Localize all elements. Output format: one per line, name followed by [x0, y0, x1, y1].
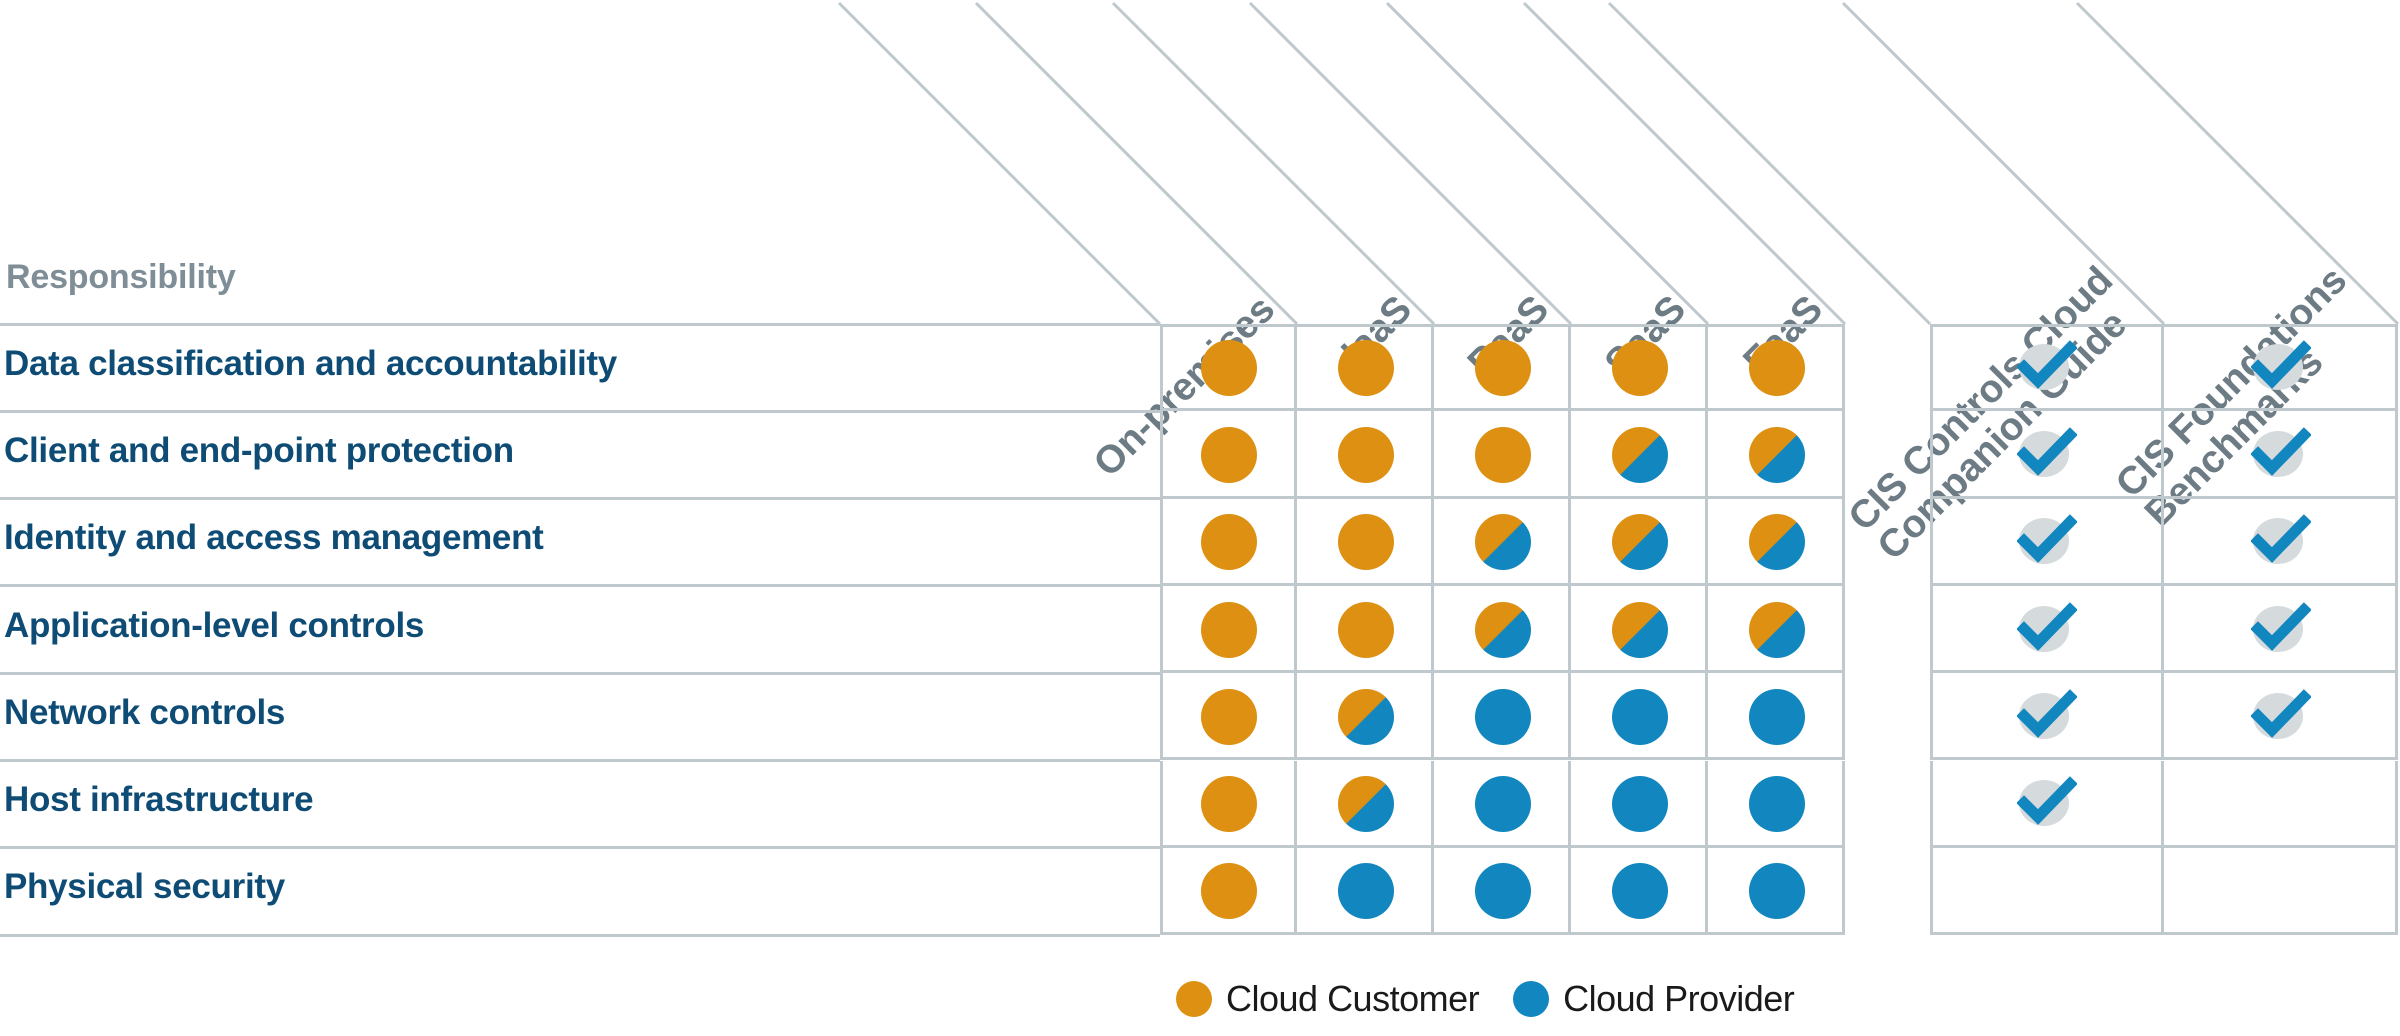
responsibility-dot-shared [1748, 426, 1805, 483]
responsibility-dot-shared [1611, 601, 1668, 658]
row-divider [0, 584, 1160, 588]
cis-resource-cell [2164, 847, 2398, 936]
diagonal-guide-line [1841, 1, 2166, 326]
diagonal-guide-line [1522, 1, 1847, 326]
check-icon [2251, 339, 2311, 396]
responsibility-dot-customer [1200, 514, 1257, 571]
diagonal-guide-line [1607, 1, 1932, 326]
diagonal-guide-line [1111, 1, 1436, 326]
row-label: Physical security [4, 867, 285, 907]
check-icon [2017, 689, 2077, 745]
check-icon [2017, 427, 2077, 483]
row-label: Client and end-point protection [4, 430, 514, 470]
row-label: Network controls [4, 692, 286, 732]
diagonal-guide-line [1385, 1, 1710, 326]
diagonal-header-lines [837, 1, 2400, 326]
row-divider [0, 759, 1160, 762]
row-divider [0, 671, 1160, 675]
diagonal-guide-line [2075, 1, 2400, 326]
check-mark [2017, 514, 2077, 564]
check-mark [2017, 339, 2077, 389]
responsibility-dot-customer [1337, 339, 1394, 396]
legend-label: Cloud Customer [1226, 978, 1480, 1019]
responsibility-dot-customer [1200, 776, 1257, 833]
row-label: Identity and access management [4, 518, 544, 558]
responsibility-dot-provider [1337, 863, 1394, 920]
column-headers: On-premises IaaS PaaS SaaS FaaS CIS Controls … [0, 0, 2400, 569]
responsibility-dot-shared [1474, 514, 1531, 571]
responsibility-dot-provider [1611, 776, 1668, 833]
check-icon [2017, 514, 2077, 570]
cis-resource-cell [1930, 847, 2164, 936]
responsibility-dot-customer [1337, 601, 1394, 658]
legend-swatch-cloud-provider [1513, 981, 1550, 1017]
responsibility-dot-shared [1611, 426, 1668, 483]
responsibility-dot-shared [1337, 688, 1394, 745]
diagonal-guide-line [1248, 1, 1573, 326]
legend-label: Cloud Provider [1563, 978, 1795, 1019]
check-icon [2251, 601, 2311, 658]
check-icon [2017, 776, 2077, 832]
row-label: Host infrastructure [4, 780, 314, 820]
row-label: Data classification and accountability [4, 343, 617, 383]
check-mark [2017, 689, 2077, 738]
responsibility-dot-provider [1611, 688, 1668, 745]
responsibility-dot-customer [1611, 339, 1668, 396]
responsibility-dot-provider [1474, 776, 1531, 833]
diagonal-guide-line [837, 1, 1162, 326]
responsibility-dot-shared [1337, 776, 1394, 833]
responsibility-matrix: On-premises IaaS PaaS SaaS FaaS CIS Controls … [0, 0, 2400, 1036]
row-divider [0, 409, 1160, 413]
diagonal-guide-line [974, 1, 1299, 326]
responsibility-dot-shared [1611, 514, 1668, 571]
row-label: Application-level controls [4, 605, 425, 645]
responsibility-dot-customer [1474, 339, 1531, 396]
responsibility-dot-customer [1337, 514, 1394, 571]
responsibility-dot-customer [1337, 426, 1394, 483]
check-icon [2251, 514, 2311, 570]
legend-swatch-cloud-customer [1176, 981, 1212, 1017]
responsibility-dot-customer [1200, 426, 1257, 483]
responsibility-dot-customer [1200, 601, 1257, 658]
responsibility-dot-provider [1748, 688, 1805, 745]
legend-item-cloud-customer: Cloud Customer [1176, 978, 1480, 1020]
legend: Cloud Customer Cloud Provider [1176, 975, 1795, 1023]
responsibility-dot-shared [1748, 514, 1805, 571]
responsibility-dot-shared [1748, 601, 1805, 658]
check-mark [2251, 601, 2311, 651]
row-divider [0, 497, 1160, 501]
row-divider [0, 933, 1160, 937]
check-icon [2251, 427, 2311, 483]
check-mark [2251, 339, 2311, 389]
legend-item-cloud-provider: Cloud Provider [1513, 978, 1795, 1020]
check-icon [2251, 689, 2311, 745]
responsibility-dot-provider [1748, 863, 1805, 920]
cis-resource-cell [2164, 760, 2398, 848]
check-mark [2251, 427, 2311, 476]
row-divider [0, 322, 1160, 326]
responsibility-dot-provider [1748, 776, 1805, 833]
responsibility-dot-customer [1200, 863, 1257, 920]
responsibility-dot-provider [1474, 863, 1531, 920]
responsibility-dot-provider [1611, 863, 1668, 920]
check-icon [2017, 601, 2077, 658]
check-icon [2017, 339, 2077, 396]
responsibility-dot-customer [1474, 426, 1531, 483]
page-title: Responsibility [6, 258, 236, 296]
responsibility-dot-customer [1748, 339, 1805, 396]
responsibility-dot-shared [1474, 601, 1531, 658]
responsibility-dot-customer [1200, 688, 1257, 745]
check-mark [2017, 776, 2077, 825]
check-mark [2017, 601, 2077, 651]
row-divider [0, 846, 1160, 850]
responsibility-dot-provider [1474, 688, 1531, 745]
check-mark [2017, 427, 2077, 476]
responsibility-dot-customer [1200, 339, 1257, 396]
check-mark [2251, 689, 2311, 738]
check-mark [2251, 514, 2311, 564]
